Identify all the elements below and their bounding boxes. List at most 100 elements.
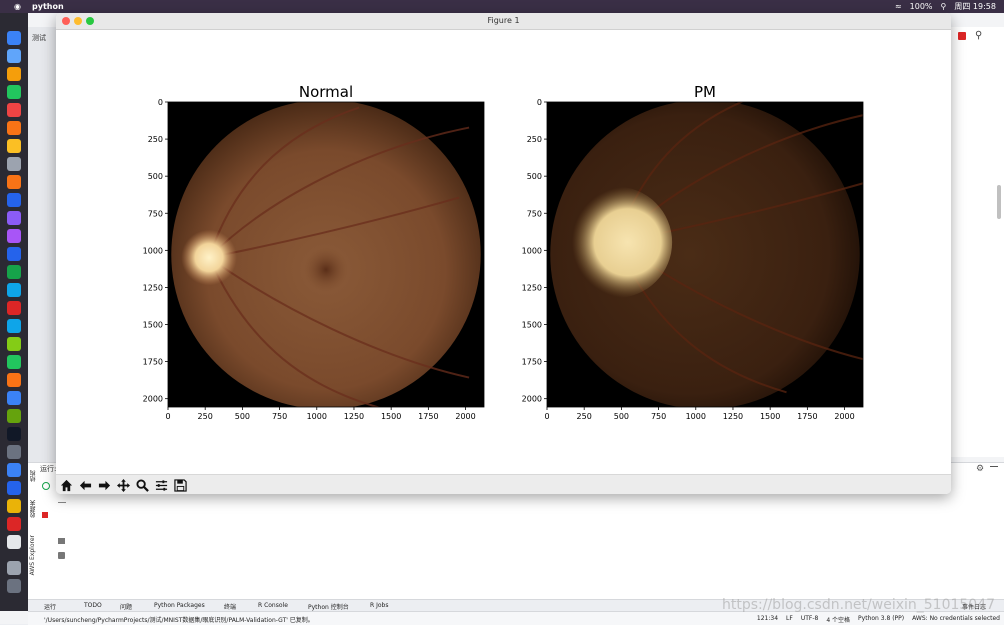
clock[interactable]: 周四 19:58 [954, 0, 996, 13]
y-tick-label: 1500 [143, 321, 163, 330]
app-icon[interactable] [7, 427, 21, 441]
document-icon[interactable] [7, 535, 21, 549]
dock [0, 13, 28, 611]
y-tick-label: 1250 [143, 283, 163, 292]
app-icon[interactable] [7, 283, 21, 297]
minimize-icon[interactable] [990, 466, 998, 467]
swift-icon[interactable] [7, 175, 21, 189]
pan-icon[interactable] [115, 477, 131, 493]
pycharm-icon[interactable] [7, 337, 21, 351]
calendar-icon[interactable] [7, 121, 21, 135]
settings-icon[interactable] [7, 157, 21, 171]
tab-python-packages[interactable]: Python Packages [154, 602, 205, 609]
notes-icon[interactable] [7, 139, 21, 153]
status-encoding[interactable]: UTF-8 [801, 615, 819, 624]
menubar-app-name[interactable]: python [32, 0, 64, 13]
side-label-favorites[interactable]: 收藏夹 [29, 500, 38, 518]
stop-icon[interactable] [958, 32, 966, 40]
y-tick-label: 2000 [143, 395, 163, 404]
y-tick-label: 250 [148, 135, 163, 144]
tab-terminal[interactable]: 终端 [224, 602, 236, 611]
apple-icon[interactable]: ◉ [14, 0, 21, 13]
axes-title: Normal [299, 83, 353, 101]
optic-disc [181, 229, 237, 286]
scroll-end-icon[interactable] [58, 494, 66, 503]
app-icon[interactable] [7, 373, 21, 387]
y-tick-label: 1000 [522, 246, 542, 255]
save-icon[interactable] [172, 477, 188, 493]
appstore-icon[interactable] [7, 481, 21, 495]
rerun-icon[interactable] [42, 482, 50, 490]
y-tick-label: 1000 [143, 246, 163, 255]
x-tick-label: 500 [614, 412, 629, 421]
app-icon[interactable] [7, 445, 21, 459]
ide-tab[interactable]: 测试 [32, 33, 46, 43]
search-icon[interactable]: ⚲ [941, 0, 947, 13]
wps-icon[interactable] [7, 517, 21, 531]
tab-r-jobs[interactable]: R Jobs [370, 602, 388, 609]
tab-r-console[interactable]: R Console [258, 602, 288, 609]
app-icon[interactable] [7, 409, 21, 423]
optic-disc [560, 186, 673, 298]
forward-icon[interactable] [96, 477, 112, 493]
side-label-structure[interactable]: 结构 [29, 470, 38, 482]
trash-icon[interactable] [7, 579, 21, 593]
back-icon[interactable] [77, 477, 93, 493]
status-interpreter[interactable]: Python 3.8 (PP) [858, 615, 904, 624]
status-line-ending[interactable]: LF [786, 615, 793, 624]
app-icon[interactable] [7, 391, 21, 405]
y-tick-label: 2000 [522, 395, 542, 404]
ide-right-panel [951, 27, 1004, 457]
status-indent[interactable]: 4 个空格 [826, 615, 850, 624]
scrollbar[interactable] [997, 185, 1001, 219]
print-icon[interactable] [58, 538, 65, 544]
tab-run[interactable]: 运行 [44, 602, 56, 611]
safari-icon[interactable] [7, 49, 21, 63]
folder-icon[interactable] [7, 561, 21, 575]
figure-toolbar [56, 474, 951, 494]
excel-icon[interactable] [7, 265, 21, 279]
status-message: '/Users/suncheng/PycharmProjects/测试/MNIS… [44, 617, 314, 624]
y-tick-label: 750 [148, 209, 163, 218]
y-tick-label: 1500 [522, 321, 542, 330]
app-icon[interactable] [7, 211, 21, 225]
battery-text[interactable]: 100% [910, 0, 933, 13]
skype-icon[interactable] [7, 319, 21, 333]
app-icon[interactable] [7, 355, 21, 369]
app-icon[interactable] [7, 463, 21, 477]
tab-python-console[interactable]: Python 控制台 [308, 602, 349, 611]
y-tick-label: 0 [537, 98, 542, 107]
axes-normal: Normal0 250 500 750 1000 1250 1500 1750 20000250… [143, 83, 485, 421]
y-tick-label: 1750 [522, 358, 542, 367]
figure-titlebar[interactable]: Figure 1 [56, 13, 951, 30]
app-icon[interactable] [7, 229, 21, 243]
stop-icon[interactable] [42, 512, 48, 518]
configure-subplots-icon[interactable] [153, 477, 169, 493]
tab-todo[interactable]: TODO [84, 602, 102, 609]
y-tick-label: 500 [148, 172, 163, 181]
y-tick-label: 500 [527, 172, 542, 181]
search-icon[interactable]: ⚲ [975, 30, 982, 41]
home-icon[interactable] [58, 477, 74, 493]
trash-icon[interactable] [58, 552, 65, 559]
axes-pm: PM0 250 500 750 1000 1250 1500 1750 200002505007… [522, 83, 864, 421]
menubar: ◉ python ≈ 100% ⚲ 周四 19:58 [0, 0, 1004, 13]
status-aws[interactable]: AWS: No credentials selected [912, 615, 1000, 624]
status-bar: '/Users/suncheng/PycharmProjects/测试/MNIS… [28, 611, 1004, 625]
tab-problems[interactable]: 问题 [120, 602, 132, 611]
zoom-icon[interactable] [134, 477, 150, 493]
figure-canvas[interactable]: Normal0 250 500 750 1000 1250 1500 1750 20000250… [56, 30, 951, 474]
wifi-icon[interactable]: ≈ [895, 0, 902, 13]
side-label-aws-explorer[interactable]: AWS Explorer [29, 535, 36, 575]
app-icon[interactable] [7, 499, 21, 513]
word-icon[interactable] [7, 247, 21, 261]
launchpad-icon[interactable] [7, 67, 21, 81]
y-tick-label: 0 [158, 98, 163, 107]
finder-icon[interactable] [7, 31, 21, 45]
messages-icon[interactable] [7, 85, 21, 99]
acrobat-icon[interactable] [7, 301, 21, 315]
gear-icon[interactable]: ⚙ [976, 464, 984, 474]
status-position[interactable]: 121:34 [757, 615, 778, 624]
photos-icon[interactable] [7, 103, 21, 117]
xcode-icon[interactable] [7, 193, 21, 207]
